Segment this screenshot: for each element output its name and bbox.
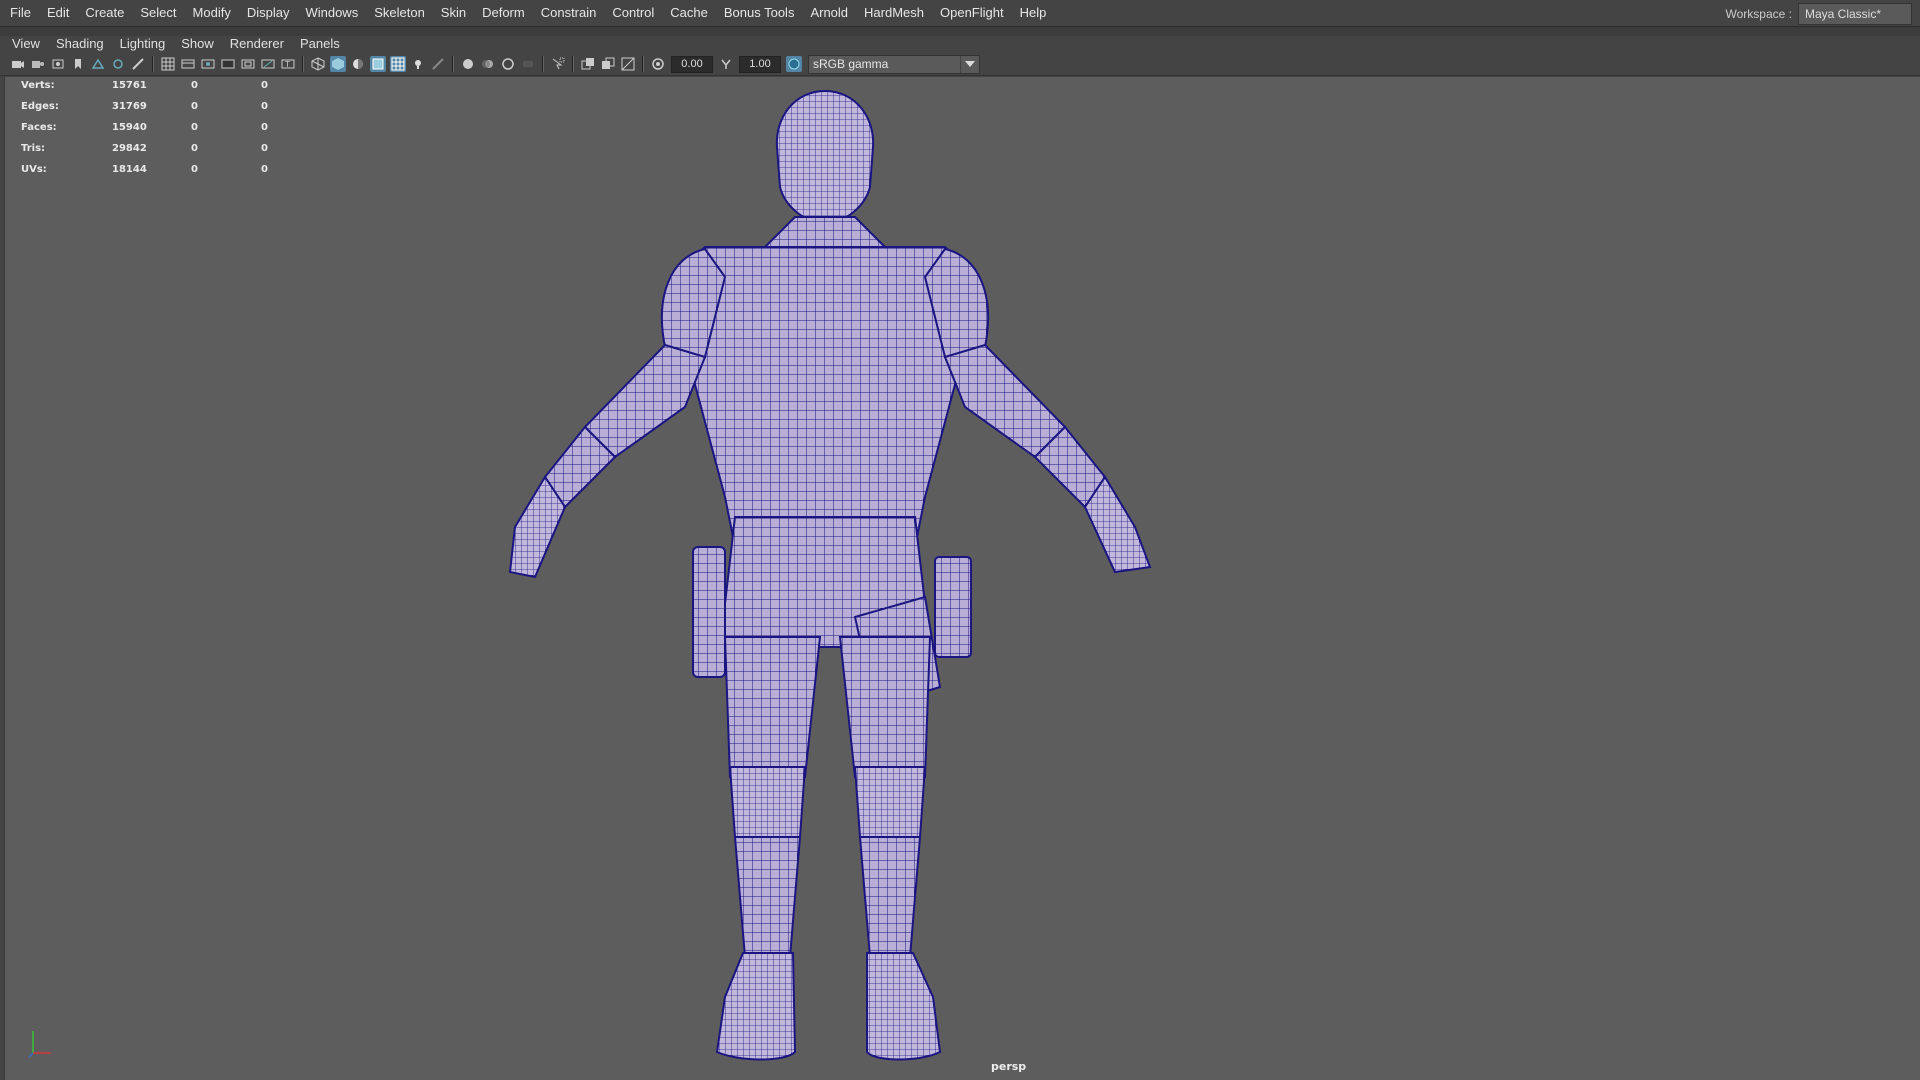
shadows-icon[interactable] [430,56,446,72]
bookmark-icon[interactable] [70,56,86,72]
menu-skin[interactable]: Skin [433,0,474,26]
panel-menu-renderer[interactable]: Renderer [222,36,292,52]
select-camera-icon[interactable] [10,56,26,72]
xray-icon[interactable] [390,56,406,72]
mesh-right-hand [1083,475,1152,574]
workspace-label: Workspace : [1725,7,1792,21]
panel-menu-panels[interactable]: Panels [292,36,348,52]
panel-menu-view[interactable]: View [0,36,48,52]
menu-modify[interactable]: Modify [185,0,239,26]
smooth-shade-icon[interactable] [330,56,346,72]
menu-display[interactable]: Display [239,0,298,26]
view-transform-dropdown[interactable]: sRGB gamma [808,54,980,74]
main-menubar: File Edit Create Select Modify Display W… [0,0,1920,27]
panel-divider [0,27,1920,36]
menu-cache[interactable]: Cache [662,0,716,26]
camera-attributes-icon[interactable] [30,56,46,72]
chevron-down-icon [960,55,979,73]
menu-openflight[interactable]: OpenFlight [932,0,1012,26]
mesh-right-knee [853,766,927,838]
grease-pencil-icon[interactable] [110,56,126,72]
wireframe-icon[interactable] [310,56,326,72]
depth-of-field-icon[interactable] [520,56,536,72]
menu-file[interactable]: File [0,0,39,26]
camera-bookmark-icon[interactable] [50,56,66,72]
exposure-icon[interactable] [650,56,666,72]
mesh-left-knee [728,766,807,838]
character-mesh[interactable] [5,77,1920,1080]
mesh-left-thigh [723,636,822,778]
isolate-select-icon[interactable] [550,56,566,72]
film-gate-icon[interactable] [180,56,196,72]
workspace-selector: Workspace : Maya Classic* [1725,3,1912,25]
mesh-left-shin [733,836,802,958]
screen-space-ao-icon[interactable] [460,56,476,72]
mesh-right-upper-arm [943,343,1067,459]
gate-mask-icon[interactable] [220,56,236,72]
exposure-field[interactable]: 0.00 [671,55,713,73]
toolbar-separator [152,56,154,72]
anti-aliasing-icon[interactable] [500,56,516,72]
resolution-gate-icon[interactable] [200,56,216,72]
panel-menu-shading[interactable]: Shading [48,36,112,52]
mesh-right-boot [866,952,942,1061]
menu-deform[interactable]: Deform [474,0,533,26]
mesh-right-thigh [838,636,932,778]
panel-menubar: View Shading Lighting Show Renderer Pane… [0,36,1920,52]
mesh-torso [679,246,971,548]
xray-active-icon[interactable] [600,56,616,72]
panel-toolbar: T 0.00 1.00 sRGB gamma [0,53,1920,76]
gamma-field[interactable]: 1.00 [739,55,781,73]
grid-icon[interactable] [160,56,176,72]
mesh-right-shin [858,836,922,958]
view-axis-gizmo [28,1031,51,1058]
field-chart-icon[interactable] [240,56,256,72]
gamma-icon[interactable] [718,56,734,72]
menu-constrain[interactable]: Constrain [533,0,605,26]
toolbar-separator [572,56,574,72]
panel-menu-lighting[interactable]: Lighting [112,36,174,52]
menu-skeleton[interactable]: Skeleton [366,0,433,26]
menu-bonus-tools[interactable]: Bonus Tools [716,0,803,26]
pencil-icon[interactable] [130,56,146,72]
motion-blur-icon[interactable] [480,56,496,72]
menu-help[interactable]: Help [1012,0,1055,26]
toolbar-separator [302,56,304,72]
xray-joints-icon[interactable] [580,56,596,72]
mesh-head [775,89,875,227]
default-material-icon[interactable] [350,56,366,72]
mesh-left-upper-arm [583,343,707,459]
wireframe-on-shaded-icon[interactable] [370,56,386,72]
mesh-left-boot [715,952,797,1061]
svg-text:T: T [284,60,290,69]
mesh-collar [762,216,888,248]
toolbar-separator [642,56,644,72]
mesh-left-holster [692,546,726,678]
image-plane-icon[interactable] [90,56,106,72]
viewport-persp[interactable]: Verts: 15761 0 0 Edges: 31769 0 0 Faces:… [4,77,1920,1080]
toolbar-separator [542,56,544,72]
view-transform-value: sRGB gamma [813,57,889,71]
safe-title-icon[interactable]: T [280,56,296,72]
backface-culling-icon[interactable] [620,56,636,72]
panel-menu-show[interactable]: Show [173,36,222,52]
toolbar-separator [452,56,454,72]
menu-control[interactable]: Control [604,0,662,26]
mesh-right-side-pouch [934,556,972,658]
menu-create[interactable]: Create [77,0,132,26]
menu-windows[interactable]: Windows [297,0,366,26]
menu-edit[interactable]: Edit [39,0,77,26]
camera-label: persp [991,1060,1027,1073]
workspace-dropdown[interactable]: Maya Classic* [1797,3,1912,25]
use-all-lights-icon[interactable] [410,56,426,72]
safe-action-icon[interactable] [260,56,276,72]
menu-select[interactable]: Select [132,0,184,26]
color-management-icon[interactable] [786,56,802,72]
menu-hardmesh[interactable]: HardMesh [856,0,932,26]
menu-arnold[interactable]: Arnold [802,0,856,26]
